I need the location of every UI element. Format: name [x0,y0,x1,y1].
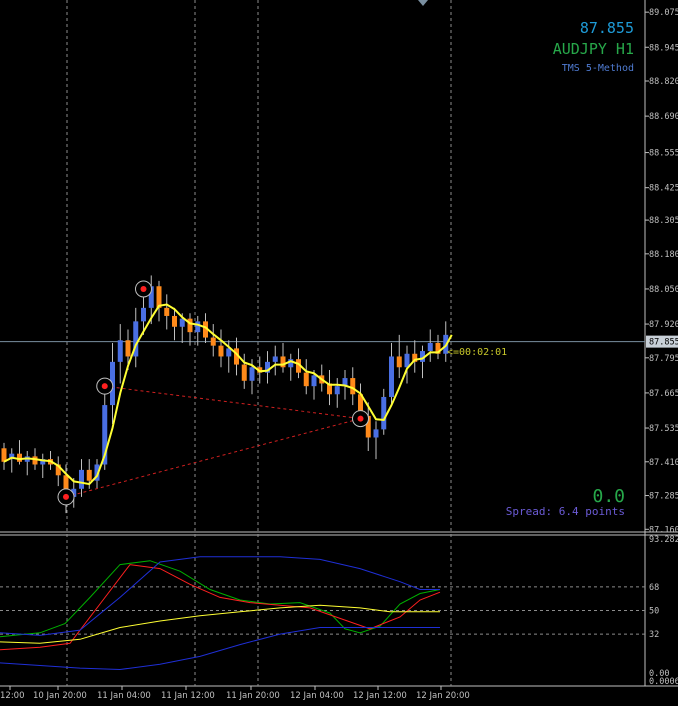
indicator-tick-label: 68 [649,583,659,593]
candle-body [241,364,247,381]
candle-body [303,372,309,387]
shift-marker-icon [418,0,428,6]
candle-body [350,378,356,395]
time-tick-label: 10 Jan 20:00 [33,691,87,701]
price-tick-label: 87.285 [649,492,678,502]
spread-label: Spread: 6.4 points [505,505,625,518]
chart-grid [0,0,678,687]
time-tick-label: 12 Jan 04:00 [290,691,344,701]
signal-marker-dot [101,383,108,390]
price-tick-label: 87.535 [649,424,678,434]
price-tick-label: 88.425 [649,184,678,194]
candle-body [210,337,216,346]
time-tick-label: 12:00 [0,691,25,701]
signal-connector [65,418,361,498]
candle-body [172,315,177,327]
moving-average-line [3,303,453,486]
indicator-subwindow: 93.2826850320.000.00069 [0,535,678,687]
price-tick-label: 88.945 [649,43,678,53]
indicator-tick-label: 32 [649,630,659,640]
candle-body [195,321,201,333]
candle-body [164,307,170,316]
candle-body [249,367,255,381]
candle-body [218,345,224,357]
rsi-green-line [0,560,441,638]
time-tick-label: 11 Jan 04:00 [97,691,151,701]
countdown-timer: <=00:02:01 [447,347,508,358]
candle-body [389,356,394,397]
candle-body [334,386,340,395]
indicator-tick-label: 50 [649,607,659,617]
candle-body [141,307,146,322]
candle-body [32,456,38,465]
price-tick-label: 88.555 [649,149,678,159]
candle-body [79,469,84,489]
price-tick-label: 88.180 [649,250,678,260]
candle-body [272,356,278,362]
symbol-timeframe-label: AUDJPY H1 [552,40,634,58]
ma-path [3,303,453,486]
indicator-tick-label: 93.282 [649,535,678,545]
price-tick-label: 87.160 [649,525,678,535]
candle-body [373,429,379,438]
indicator-name-label: TMS 5-Method [561,63,634,74]
candle-body [396,356,402,368]
price-tick-label: 88.820 [649,77,678,87]
signal-marker-dot [140,285,147,292]
signal-lines [57,280,369,506]
candle-body [280,356,286,368]
candle-body [86,469,92,481]
price-tick-label: 87.920 [649,320,678,330]
time-tick-label: 12 Jan 12:00 [353,691,407,701]
time-tick-label: 11 Jan 20:00 [226,691,280,701]
price-tick-label: 88.050 [649,285,678,295]
price-tick-label: 88.305 [649,216,678,226]
signal-marker-dot [63,493,69,500]
candle-body [381,396,387,430]
candle-body [125,340,131,357]
price-tick-label: 87.665 [649,389,678,399]
price-tick-label: 87.795 [649,354,678,364]
time-tick-label: 12 Jan 20:00 [416,691,470,701]
upper-band-line [0,556,440,636]
price-axis: 89.075 88.945 88.820 88.690 88.555 88.425 88.3… [645,8,678,535]
candle-body [311,375,317,387]
rsi-red-line [0,564,441,651]
info-value: 0.0 [592,486,625,507]
price-tick-label: 89.075 [649,8,678,18]
candle-body [117,340,123,362]
price-tick-label: 88.690 [649,112,678,122]
candle-body [17,453,22,462]
candle-body [427,342,433,352]
time-axis: 12:00 10 Jan 20:00 11 Jan 04:00 11 Jan 12:0… [0,686,470,701]
current-price-tag-label: 87.855 [649,338,678,348]
price-tick-label: 87.410 [649,458,678,468]
candle-body [187,318,193,333]
current-price-readout: 87.855 [579,19,634,37]
signal-marker-dot [357,415,364,422]
indicator-tick-label: 0.00069 [649,677,678,687]
time-tick-label: 11 Jan 12:00 [161,691,215,701]
mt4-chart[interactable]: 93.2826850320.000.00069 89.07588.94588.8… [0,0,678,706]
